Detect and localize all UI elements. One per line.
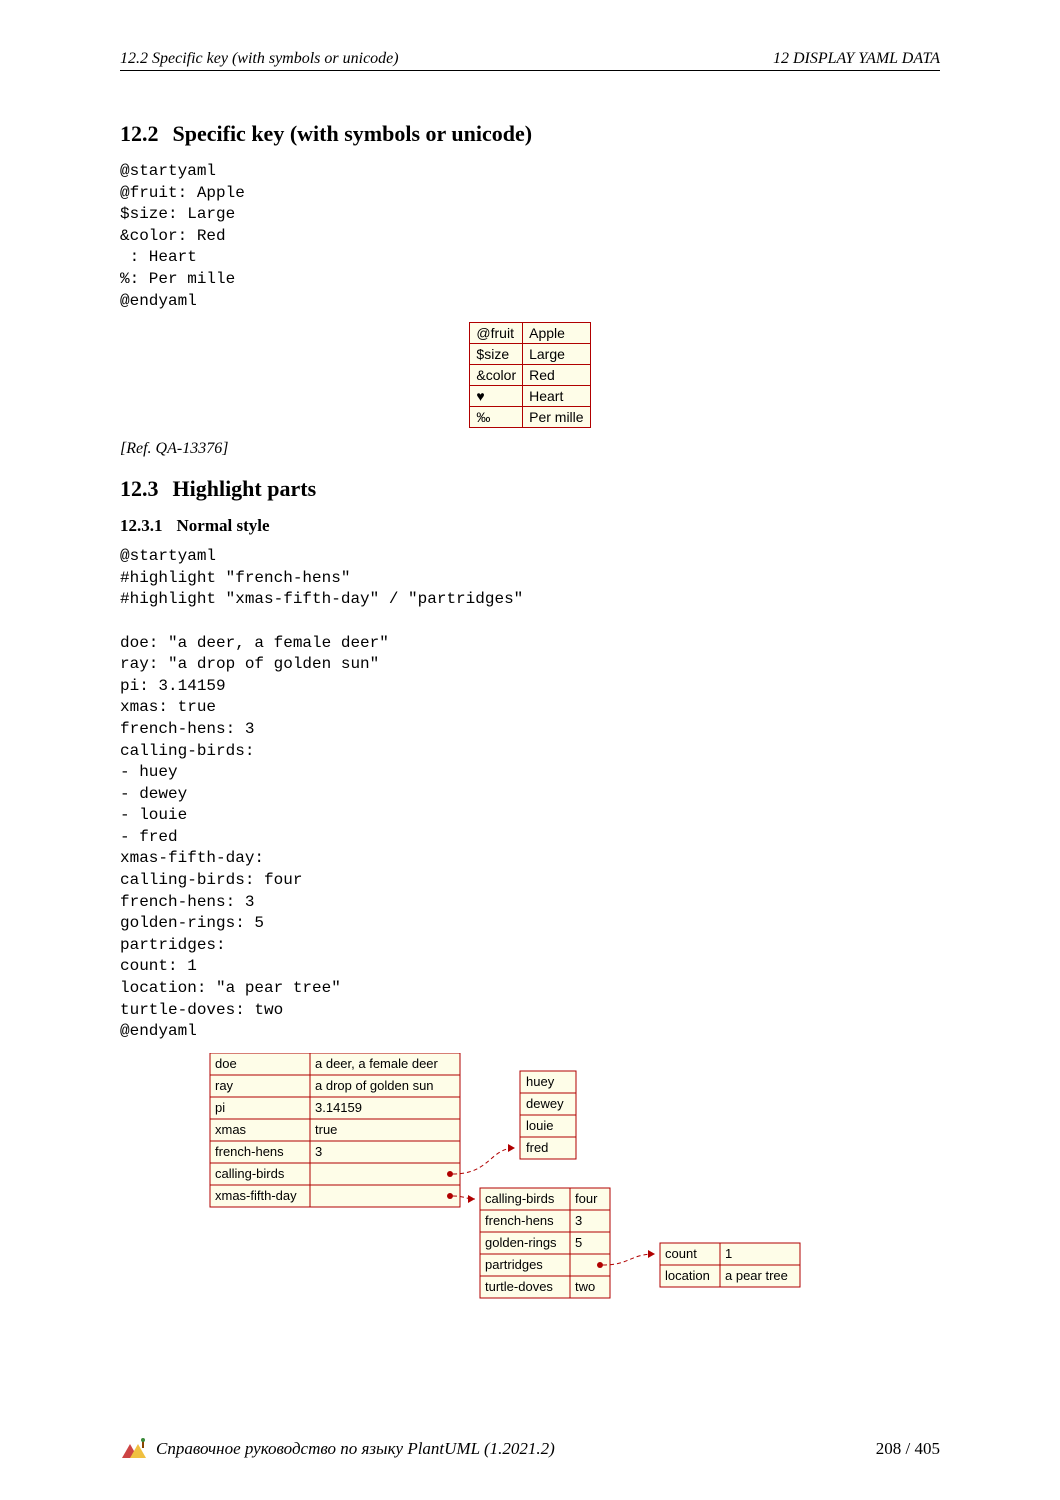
code-block-12-2: @startyaml @fruit: Apple $size: Large &c… xyxy=(120,161,940,312)
svg-text:doe: doe xyxy=(215,1056,237,1071)
footer-title: Справочное руководство по языку PlantUML… xyxy=(156,1439,868,1459)
svg-text:four: four xyxy=(575,1191,598,1206)
svg-text:1: 1 xyxy=(725,1246,732,1261)
yaml-table-12-2: @fruitApple $sizeLarge &colorRed ♥Heart … xyxy=(469,322,590,428)
page-header: 12.2 Specific key (with symbols or unico… xyxy=(120,50,940,71)
svg-text:calling-birds: calling-birds xyxy=(215,1166,285,1181)
svg-text:a drop of golden sun: a drop of golden sun xyxy=(315,1078,434,1093)
section-title: Highlight parts xyxy=(173,476,317,501)
svg-text:turtle-doves: turtle-doves xyxy=(485,1279,553,1294)
svg-text:xmas-fifth-day: xmas-fifth-day xyxy=(215,1188,297,1203)
svg-text:pi: pi xyxy=(215,1100,225,1115)
section-12-2-heading: 12.2 Specific key (with symbols or unicod… xyxy=(120,121,940,147)
subsection-num: 12.3.1 xyxy=(120,516,163,536)
section-12-3-heading: 12.3 Highlight parts xyxy=(120,476,940,502)
code-block-12-3-1: @startyaml #highlight "french-hens" #hig… xyxy=(120,546,940,1043)
subsection-12-3-1-heading: 12.3.1 Normal style xyxy=(120,516,940,536)
header-right: 12 DISPLAY YAML DATA xyxy=(773,50,940,68)
section-num: 12.2 xyxy=(120,121,159,147)
svg-text:partridges: partridges xyxy=(485,1257,543,1272)
table-row: &colorRed xyxy=(470,365,590,386)
svg-text:fred: fred xyxy=(526,1140,548,1155)
subsection-title: Normal style xyxy=(177,516,270,535)
footer-page-number: 208 / 405 xyxy=(876,1439,940,1459)
svg-text:a pear tree: a pear tree xyxy=(725,1268,788,1283)
section-num: 12.3 xyxy=(120,476,159,502)
table-row: $sizeLarge xyxy=(470,344,590,365)
svg-text:golden-rings: golden-rings xyxy=(485,1235,557,1250)
svg-text:calling-birds: calling-birds xyxy=(485,1191,555,1206)
page: 12.2 Specific key (with symbols or unico… xyxy=(0,0,1060,1500)
plantuml-logo-icon xyxy=(120,1438,148,1460)
svg-text:two: two xyxy=(575,1279,595,1294)
section-title: Specific key (with symbols or unicode) xyxy=(173,121,533,146)
reference-note: [Ref. QA-13376] xyxy=(120,440,940,458)
svg-text:xmas: xmas xyxy=(215,1122,247,1137)
svg-text:true: true xyxy=(315,1122,337,1137)
page-footer: Справочное руководство по языку PlantUML… xyxy=(120,1438,940,1460)
heart-icon: ♥ xyxy=(470,386,523,407)
svg-text:3: 3 xyxy=(575,1213,582,1228)
svg-text:3.14159: 3.14159 xyxy=(315,1100,362,1115)
svg-text:louie: louie xyxy=(526,1118,553,1133)
svg-text:5: 5 xyxy=(575,1235,582,1250)
table-row: @fruitApple xyxy=(470,323,590,344)
yaml-diagram: .cell { fill:#fefde8; stroke:#b00000; st… xyxy=(150,1053,910,1303)
header-left: 12.2 Specific key (with symbols or unico… xyxy=(120,50,399,68)
svg-text:french-hens: french-hens xyxy=(215,1144,284,1159)
svg-text:3: 3 xyxy=(315,1144,322,1159)
svg-text:count: count xyxy=(665,1246,697,1261)
svg-text:location: location xyxy=(665,1268,710,1283)
svg-text:french-hens: french-hens xyxy=(485,1213,554,1228)
svg-text:huey: huey xyxy=(526,1074,555,1089)
svg-text:ray: ray xyxy=(215,1078,234,1093)
svg-text:dewey: dewey xyxy=(526,1096,564,1111)
svg-text:a deer, a female deer: a deer, a female deer xyxy=(315,1056,439,1071)
table-row: ‰Per mille xyxy=(470,407,590,428)
figure-12-2: @fruitApple $sizeLarge &colorRed ♥Heart … xyxy=(120,322,940,428)
table-row: ♥Heart xyxy=(470,386,590,407)
